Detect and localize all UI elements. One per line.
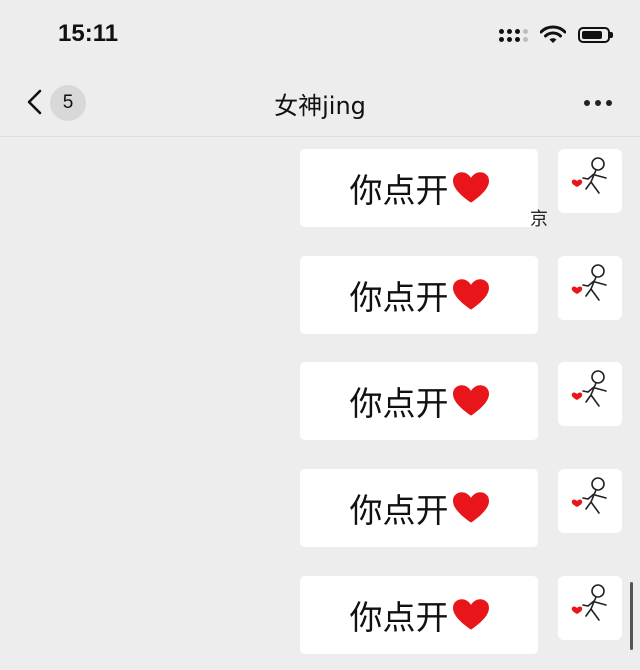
message-bubble[interactable]: 你点开 — [300, 576, 538, 654]
message-text: 你点开 — [349, 598, 449, 637]
chat-title: 女神jing — [274, 92, 366, 120]
message-list: 你点开 京 你点开 你点开 你点开 你点开 — [0, 137, 640, 670]
status-time: 15:11 — [58, 20, 119, 47]
message-text: 你点开 — [349, 171, 449, 210]
chat-header: 5 女神jing — [0, 70, 640, 137]
message-row: 你点开 京 — [0, 137, 640, 230]
heart-emoji-icon — [452, 492, 489, 523]
message-bubble[interactable]: 你点开 — [300, 469, 538, 547]
stick-figure-icon — [571, 264, 607, 301]
more-icon[interactable] — [584, 100, 612, 106]
avatar[interactable] — [558, 576, 622, 640]
status-icons — [499, 22, 613, 48]
stick-figure-icon — [571, 157, 607, 194]
battery-icon — [578, 27, 613, 43]
heart-emoji-icon — [452, 599, 489, 630]
scrollbar[interactable] — [630, 582, 633, 650]
message-row: 你点开 — [0, 564, 640, 654]
message-bubble[interactable]: 你点开 — [300, 149, 538, 227]
message-bubble[interactable]: 你点开 — [300, 362, 538, 440]
heart-emoji-icon — [452, 172, 489, 203]
status-bar: 15:11 — [0, 0, 640, 70]
heart-emoji-icon — [452, 279, 489, 310]
avatar[interactable] — [558, 362, 622, 426]
message-text: 你点开 — [349, 491, 449, 530]
stick-figure-icon — [571, 477, 607, 514]
edge-text: 京 — [530, 209, 548, 230]
stick-figure-icon — [571, 370, 607, 407]
wifi-icon — [540, 25, 566, 43]
message-row: 你点开 — [0, 350, 640, 440]
message-text: 你点开 — [349, 384, 449, 423]
stick-figure-icon — [571, 584, 607, 621]
heart-emoji-icon — [452, 385, 489, 416]
signal-icon — [499, 28, 528, 42]
avatar[interactable] — [558, 469, 622, 533]
avatar[interactable] — [558, 256, 622, 320]
message-row: 你点开 — [0, 244, 640, 334]
message-text: 你点开 — [349, 278, 449, 317]
avatar[interactable] — [558, 149, 622, 213]
message-row: 你点开 — [0, 457, 640, 547]
message-bubble[interactable]: 你点开 — [300, 256, 538, 334]
